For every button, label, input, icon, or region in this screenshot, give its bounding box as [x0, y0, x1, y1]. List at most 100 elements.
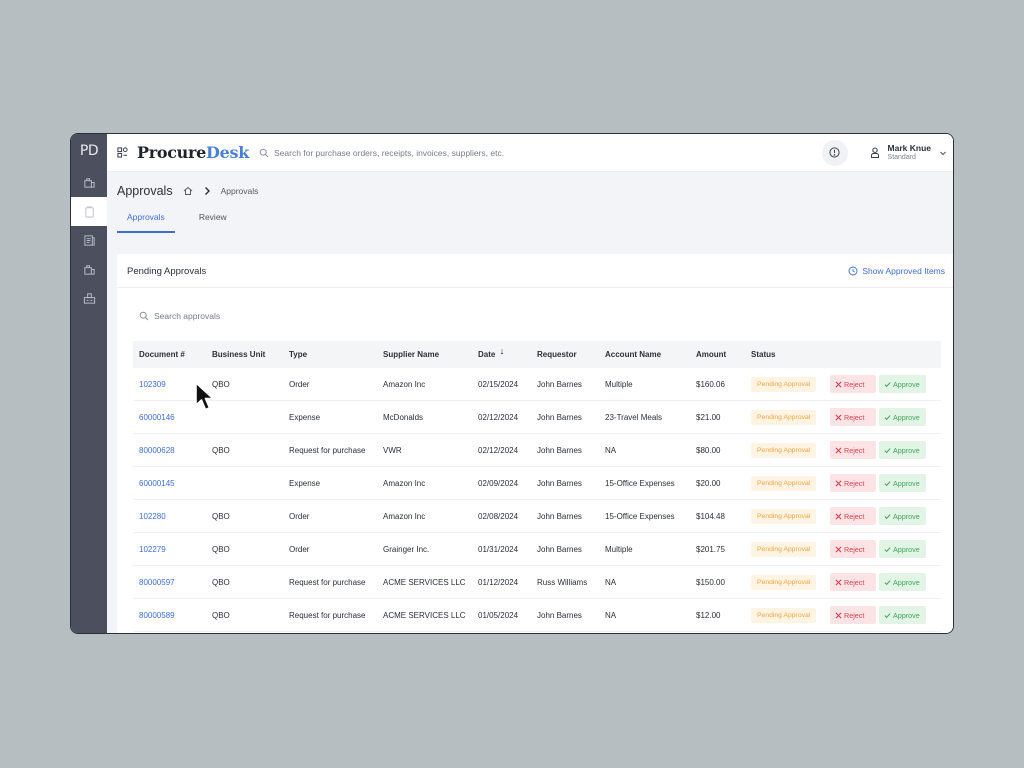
cell-account: 15-Office Expenses	[605, 478, 675, 488]
cell-document[interactable]: 60000145	[133, 479, 206, 488]
cell-requestor: John Barnes	[537, 445, 582, 455]
sidebar-item-suppliers[interactable]	[71, 284, 107, 313]
col-date[interactable]: Date ↓	[472, 349, 531, 360]
user-icon	[870, 147, 879, 158]
approve-button[interactable]: Approve	[879, 573, 926, 591]
show-approved-label: Show Approved Items	[862, 266, 945, 276]
close-icon	[835, 611, 842, 619]
cell-supplier: Amazon Inc	[383, 379, 426, 389]
approve-button[interactable]: Approve	[879, 606, 926, 624]
status-badge: Pending Approval	[751, 607, 817, 623]
cell-document[interactable]: 80000628	[133, 446, 206, 455]
approve-button[interactable]: Approve	[879, 441, 926, 459]
col-type[interactable]: Type	[283, 350, 377, 359]
col-business-unit[interactable]: Business Unit	[206, 350, 283, 359]
cell-actions: Reject Approve	[830, 408, 941, 426]
approve-label: Approve	[893, 511, 920, 521]
card-divider	[117, 287, 953, 288]
approve-button[interactable]: Approve	[879, 408, 926, 426]
cell-actions: Reject Approve	[830, 540, 941, 558]
reject-button[interactable]: Reject	[830, 606, 876, 624]
approve-button[interactable]: Approve	[879, 375, 926, 393]
cell-business-unit: QBO	[212, 610, 230, 620]
menu-icon	[116, 147, 128, 158]
brand-logo[interactable]: ProcureDesk	[137, 143, 249, 162]
col-requestor[interactable]: Requestor	[531, 350, 599, 359]
cell-document[interactable]: 102279	[133, 545, 206, 554]
reject-label: Reject	[844, 577, 865, 587]
tab-review[interactable]: Review	[189, 212, 237, 233]
home-icon[interactable]	[183, 186, 193, 196]
user-menu[interactable]: Mark Knue Standard	[870, 143, 947, 162]
reject-label: Reject	[844, 478, 865, 488]
reject-button[interactable]: Reject	[830, 408, 876, 426]
table-row: 60000145 Expense Amazon Inc 02/09/2024 John …	[133, 467, 941, 500]
approve-button[interactable]: Approve	[879, 507, 926, 525]
sidebar-item-invoices[interactable]	[71, 226, 107, 255]
close-icon	[835, 413, 842, 421]
cell-document[interactable]: 102280	[133, 512, 206, 521]
check-icon	[884, 480, 891, 486]
cell-supplier: ACME SERVICES LLC	[383, 577, 466, 587]
approvals-search-input[interactable]	[154, 311, 354, 321]
approve-label: Approve	[893, 577, 920, 587]
alerts-button[interactable]	[821, 139, 848, 166]
sidebar-item-receipts[interactable]	[71, 255, 107, 284]
reject-button[interactable]: Reject	[830, 441, 876, 459]
reject-button[interactable]: Reject	[830, 573, 876, 591]
menu-button[interactable]	[107, 147, 137, 158]
bag-icon	[83, 178, 95, 188]
reject-button[interactable]: Reject	[830, 507, 876, 525]
status-badge: Pending Approval	[751, 574, 817, 590]
brand-part-2: Desk	[206, 143, 249, 162]
cell-amount: $104.48	[696, 511, 725, 521]
package-icon	[83, 265, 95, 275]
reject-label: Reject	[844, 445, 865, 455]
sidebar-logo[interactable]: PD	[71, 134, 107, 168]
table-row: 102280 QBO Order Amazon Inc 02/08/2024 John B…	[133, 500, 941, 533]
col-status[interactable]: Status	[745, 350, 830, 359]
cell-supplier: McDonalds	[383, 412, 424, 422]
cell-account: 23-Travel Meals	[605, 412, 663, 422]
cell-amount: $21.00	[696, 412, 721, 422]
cell-document[interactable]: 80000597	[133, 578, 206, 587]
approve-button[interactable]: Approve	[879, 474, 926, 492]
approve-label: Approve	[893, 379, 920, 389]
show-approved-link[interactable]: Show Approved Items	[848, 266, 945, 276]
cell-amount: $80.00	[696, 445, 721, 455]
status-badge: Pending Approval	[751, 541, 817, 557]
col-supplier[interactable]: Supplier Name	[377, 350, 472, 359]
cell-status: Pending Approval	[745, 409, 830, 425]
approvals-table: Document # Business Unit Type Supplier N…	[133, 341, 941, 632]
sidebar-item-approvals[interactable]	[71, 197, 107, 226]
cell-type: Request for purchase	[289, 610, 366, 620]
reject-button[interactable]: Reject	[830, 540, 876, 558]
tab-approvals[interactable]: Approvals	[117, 212, 175, 233]
approve-label: Approve	[893, 445, 920, 455]
table-row: 80000628 QBO Request for purchase VWR 02/12/…	[133, 434, 941, 467]
cell-date: 02/09/2024	[478, 478, 519, 488]
check-icon	[884, 579, 891, 585]
reject-button[interactable]: Reject	[830, 474, 876, 492]
reject-button[interactable]: Reject	[830, 375, 876, 393]
col-account[interactable]: Account Name	[599, 350, 690, 359]
approve-button[interactable]: Approve	[879, 540, 926, 558]
close-icon	[835, 545, 842, 553]
col-document[interactable]: Document #	[133, 350, 206, 359]
cell-account: NA	[605, 445, 617, 455]
tab-bar: Approvals Review	[117, 212, 237, 233]
close-icon	[835, 446, 842, 454]
cell-amount: $150.00	[696, 577, 725, 587]
cell-type: Order	[289, 379, 310, 389]
check-icon	[884, 546, 891, 552]
cell-business-unit: QBO	[212, 577, 230, 587]
cell-date: 02/08/2024	[478, 511, 519, 521]
status-badge: Pending Approval	[751, 376, 817, 392]
breadcrumb[interactable]: Approvals	[221, 186, 259, 196]
approve-label: Approve	[893, 478, 920, 488]
global-search-input[interactable]	[273, 147, 574, 158]
cell-document[interactable]: 80000589	[133, 611, 206, 620]
sidebar-item-requests[interactable]	[71, 168, 107, 197]
col-amount[interactable]: Amount	[690, 350, 745, 359]
check-icon	[884, 447, 891, 453]
